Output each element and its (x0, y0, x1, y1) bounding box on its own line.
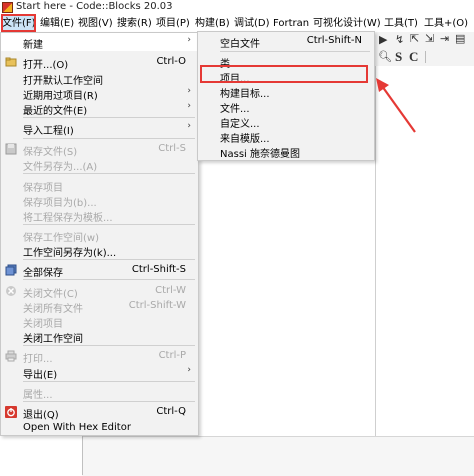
menu-visual-design[interactable]: 可视化设计(W) (313, 16, 381, 31)
file-menu-save-workspace-as[interactable]: 工作空间另存为(k)... (1, 241, 198, 259)
menu-view[interactable]: 视图(V) (78, 16, 113, 31)
new-blank-file[interactable]: 空白文件 Ctrl-Shift-N (198, 33, 374, 50)
menu-debug[interactable]: 调试(D) (234, 16, 270, 31)
menu-tools[interactable]: 工具(T) (384, 16, 418, 31)
new-submenu: 空白文件 Ctrl-Shift-N 类... 项目... 构建目标... 文件.… (197, 31, 375, 161)
menu-separator (23, 279, 195, 280)
file-menu-close-workspace[interactable]: 关闭工作空间 (1, 327, 198, 345)
submenu-arrow-icon: › (187, 365, 191, 375)
new-file[interactable]: 文件... (198, 98, 374, 115)
submenu-arrow-icon: › (187, 121, 191, 131)
file-menu-save-all[interactable]: 全部保存 Ctrl-Shift-S (1, 261, 198, 279)
step-into-icon[interactable]: ⇱ (410, 32, 419, 45)
menu-separator (23, 401, 195, 402)
stop-debug-icon[interactable]: ▤ (455, 32, 465, 45)
s-button[interactable]: S (395, 49, 402, 65)
submenu-arrow-icon: › (187, 101, 191, 111)
c-button[interactable]: C (409, 49, 418, 65)
file-menu-dropdown: 新建 › 打开...(O) Ctrl-O 打开默认工作空间 近期用过项目(R) … (0, 32, 199, 436)
save-all-icon (5, 264, 17, 276)
power-exit-icon (5, 406, 17, 418)
panel-divider (82, 436, 83, 475)
window-title: Start here - Code::Blocks 20.03 (16, 1, 173, 12)
menu-separator (23, 259, 195, 260)
new-nassi-shneiderman[interactable]: Nassi 施奈德曼图 (198, 143, 374, 160)
file-menu-highlight-box (1, 14, 36, 32)
submenu-arrow-icon: › (187, 86, 191, 96)
new-custom[interactable]: 自定义... (198, 113, 374, 130)
menu-separator (23, 224, 195, 225)
toolbar-row-2: 🔍︎ S C (375, 48, 474, 67)
toolbar-row-1: ▶ ↯ ⇱ ⇲ ⇥ ▤ (375, 32, 474, 49)
codeblocks-app-icon (2, 2, 13, 13)
menu-separator (23, 117, 195, 118)
zoom-icon[interactable]: 🔍︎ (378, 50, 392, 63)
save-disk-icon (5, 143, 17, 155)
menu-search[interactable]: 搜索(R) (117, 16, 152, 31)
menu-build[interactable]: 构建(B) (195, 16, 230, 31)
file-menu-recent-files[interactable]: 最近的文件(E) › (1, 99, 198, 117)
file-menu-import-project[interactable]: 导入工程(I) › (1, 119, 198, 137)
debug-step-icon[interactable]: ↯ (395, 33, 404, 46)
file-menu-properties[interactable]: 属性... (1, 383, 198, 401)
file-menu-new[interactable]: 新建 › (1, 33, 198, 51)
new-build-target[interactable]: 构建目标... (198, 83, 374, 100)
play-icon[interactable]: ▶ (379, 33, 387, 46)
menu-project[interactable]: 项目(P) (156, 16, 190, 31)
printer-icon (5, 350, 17, 362)
file-menu-export[interactable]: 导出(E) › (1, 363, 198, 381)
new-from-template[interactable]: 来自模版... (198, 128, 374, 145)
red-pointer-arrow-icon (376, 78, 416, 133)
open-folder-icon (5, 56, 17, 68)
menu-separator (23, 173, 195, 174)
submenu-arrow-icon: › (187, 35, 191, 45)
file-menu-open-with-hex-editor[interactable]: Open With Hex Editor (1, 419, 198, 437)
file-menu-save-file-as[interactable]: 文件另存为...(A) (1, 155, 198, 173)
step-out-icon[interactable]: ⇲ (425, 32, 434, 45)
menu-separator (23, 138, 195, 139)
toolbar-separator (425, 51, 426, 63)
logs-panel (82, 436, 474, 476)
menu-tools-plus[interactable]: 工具+(O) (424, 16, 468, 31)
menu-bar: 文件(F) 编辑(E) 视图(V) 搜索(R) 项目(P) 构建(B) 调试(D… (0, 15, 474, 32)
close-file-icon (5, 285, 17, 297)
menu-separator (220, 51, 370, 52)
menu-fortran[interactable]: Fortran (273, 16, 309, 31)
menu-separator (23, 345, 195, 346)
file-menu-save-as-template[interactable]: 将工程保存为模板... (1, 206, 198, 224)
menu-separator (23, 381, 195, 382)
menu-edit[interactable]: 编辑(E) (40, 16, 74, 31)
next-line-icon[interactable]: ⇥ (440, 32, 449, 45)
project-item-highlight-box (200, 65, 368, 83)
title-bar: Start here - Code::Blocks 20.03 (0, 0, 474, 16)
